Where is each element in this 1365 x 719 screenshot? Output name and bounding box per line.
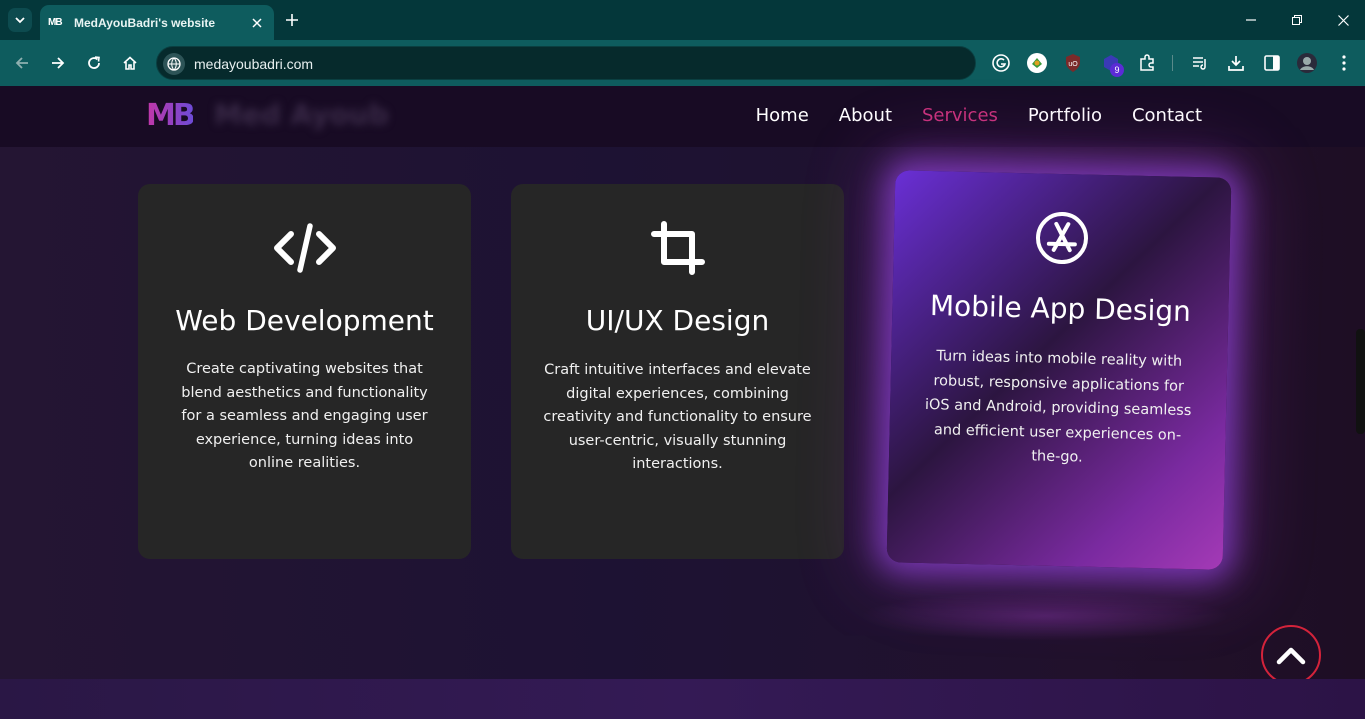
nav-about[interactable]: About — [839, 105, 892, 126]
crop-icon — [650, 221, 705, 275]
tab-bar: MB MedAyouBadri's website — [0, 0, 1365, 40]
extensions-puzzle-icon[interactable] — [1136, 52, 1158, 74]
service-description: Turn ideas into mobile reality with robu… — [924, 348, 1192, 466]
code-icon — [273, 223, 336, 273]
color-extension-icon[interactable] — [1026, 52, 1048, 74]
media-queue-icon[interactable] — [1189, 52, 1211, 74]
side-panel-icon[interactable] — [1261, 52, 1283, 74]
main-nav: Home About Services Portfolio Contact — [756, 105, 1202, 126]
card-reflection — [860, 591, 1230, 641]
grammarly-extension-icon[interactable] — [990, 52, 1012, 74]
service-card-ui-ux-design[interactable]: UI/UX Design Craft intuitive interfaces … — [511, 184, 844, 559]
url-text: medayoubadri.com — [194, 56, 314, 72]
site-logo-text-blurred: Med Ayoub — [214, 98, 389, 131]
download-icon[interactable] — [1225, 52, 1247, 74]
ublock-extension-icon[interactable]: uO — [1062, 52, 1084, 74]
site-header: MB Med Ayoub Home About Services Portfol… — [0, 86, 1365, 147]
home-button[interactable] — [118, 51, 142, 75]
back-button[interactable] — [10, 51, 34, 75]
extension-badge: 9 — [1110, 63, 1124, 77]
chevron-up-icon — [1276, 647, 1306, 665]
service-description: Craft intuitive interfaces and elevate d… — [543, 362, 812, 472]
site-info-icon[interactable] — [163, 53, 185, 75]
scroll-to-top-button[interactable] — [1261, 625, 1321, 685]
next-section-edge — [0, 679, 1365, 719]
service-title: UI/UX Design — [585, 304, 770, 337]
service-title: Mobile App Design — [929, 289, 1192, 328]
minimize-button[interactable] — [1241, 10, 1261, 30]
arrow-right-icon — [52, 57, 65, 69]
browser-toolbar: medayoubadri.com uO — [0, 40, 1365, 86]
reload-button[interactable] — [82, 51, 106, 75]
profile-avatar[interactable] — [1296, 52, 1318, 74]
tab-favicon: MB — [48, 17, 63, 28]
address-bar[interactable]: medayoubadri.com — [156, 46, 976, 80]
minimize-icon — [1246, 19, 1256, 21]
tab-search-button[interactable] — [8, 8, 32, 32]
nav-portfolio[interactable]: Portfolio — [1028, 105, 1102, 126]
restore-button[interactable] — [1287, 10, 1307, 30]
service-description: Create captivating websites that blend a… — [181, 361, 428, 471]
tab-close-button[interactable] — [248, 14, 266, 32]
tab-title: MedAyouBadri's website — [74, 15, 216, 30]
nav-home[interactable]: Home — [756, 105, 809, 126]
new-tab-button[interactable] — [282, 10, 302, 30]
service-card-web-development[interactable]: Web Development Create captivating websi… — [138, 184, 471, 559]
menu-kebab-icon[interactable] — [1333, 52, 1355, 74]
service-card-mobile-app-design[interactable]: Mobile App Design Turn ideas into mobile… — [886, 170, 1232, 570]
home-icon — [123, 56, 137, 70]
close-window-button[interactable] — [1333, 10, 1353, 30]
chevron-down-icon — [15, 17, 25, 24]
forward-button[interactable] — [46, 51, 70, 75]
page-content: MB Med Ayoub Home About Services Portfol… — [0, 86, 1365, 719]
close-icon — [1337, 14, 1349, 26]
nav-contact[interactable]: Contact — [1132, 105, 1202, 126]
restore-icon — [1292, 15, 1302, 25]
close-icon — [252, 17, 262, 28]
plus-icon — [286, 14, 298, 26]
page-scrollbar-thumb[interactable] — [1356, 329, 1365, 434]
app-store-icon — [1035, 212, 1088, 265]
toolbar-separator — [1172, 55, 1173, 71]
reload-icon — [88, 56, 100, 69]
browser-tab[interactable]: MB MedAyouBadri's website — [40, 5, 274, 40]
service-title: Web Development — [175, 304, 434, 337]
nav-services[interactable]: Services — [922, 105, 998, 126]
svg-text:uO: uO — [1068, 61, 1078, 68]
site-logo[interactable]: MB — [146, 98, 196, 133]
arrow-left-icon — [15, 57, 28, 69]
